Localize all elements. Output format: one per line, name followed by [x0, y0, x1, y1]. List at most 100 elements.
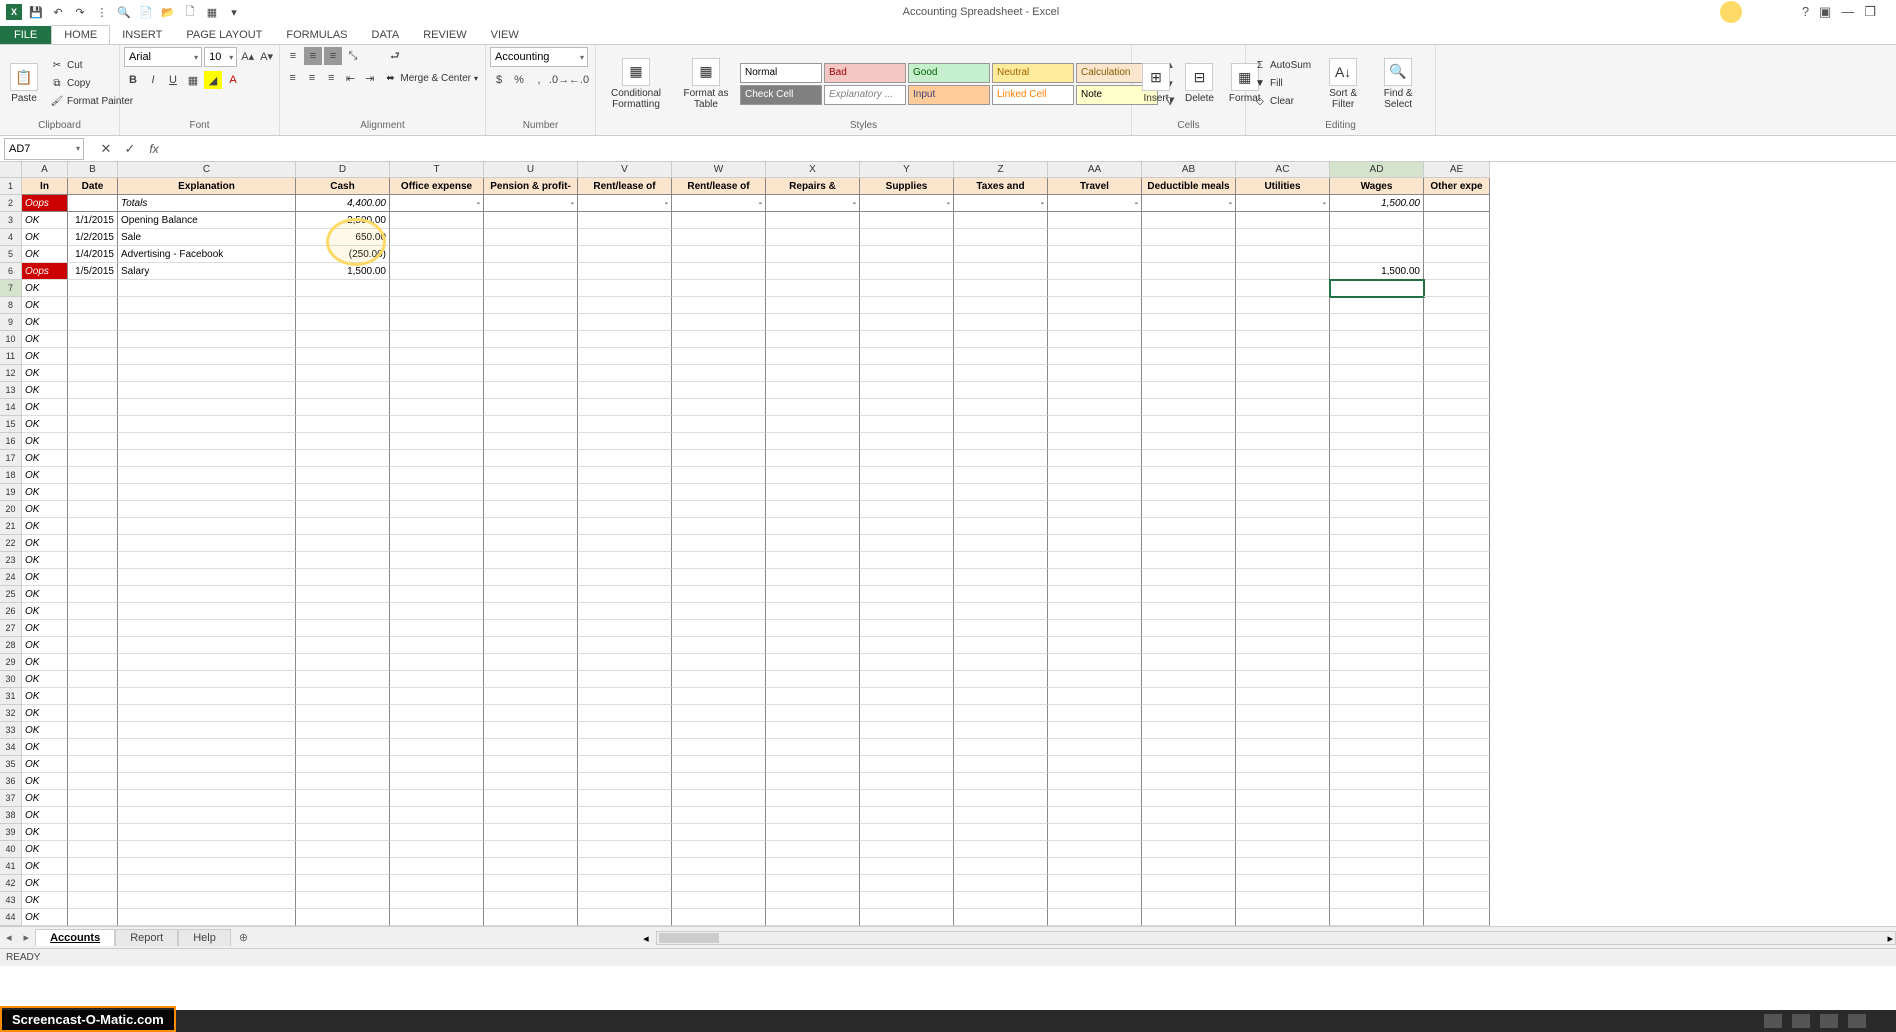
- insert-button[interactable]: ⊞Insert: [1136, 61, 1176, 106]
- decrease-indent-icon[interactable]: ⇤: [342, 69, 359, 87]
- col-header-Y[interactable]: Y: [860, 162, 954, 178]
- row-header-25[interactable]: 25: [0, 586, 22, 603]
- row-header-7[interactable]: 7: [0, 280, 22, 297]
- tab-view[interactable]: VIEW: [479, 26, 531, 44]
- delete-button[interactable]: ⊟Delete: [1179, 61, 1220, 106]
- help-icon[interactable]: ?: [1802, 4, 1809, 20]
- cell-style-good[interactable]: Good: [908, 63, 990, 83]
- row-header-8[interactable]: 8: [0, 297, 22, 314]
- tab-review[interactable]: REVIEW: [411, 26, 478, 44]
- taskbar-icon[interactable]: [1848, 1014, 1866, 1028]
- row-header-40[interactable]: 40: [0, 841, 22, 858]
- increase-decimal-icon[interactable]: .0→: [550, 71, 568, 89]
- qat-icon-8[interactable]: 🗋: [182, 4, 198, 20]
- align-right-icon[interactable]: ≡: [323, 69, 340, 87]
- increase-indent-icon[interactable]: ⇥: [361, 69, 378, 87]
- redo-icon[interactable]: ↷: [72, 4, 88, 20]
- row-header-10[interactable]: 10: [0, 331, 22, 348]
- row-header-15[interactable]: 15: [0, 416, 22, 433]
- bold-button[interactable]: B: [124, 71, 142, 89]
- clear-button[interactable]: ◇Clear: [1250, 94, 1314, 110]
- row-header-23[interactable]: 23: [0, 552, 22, 569]
- name-box[interactable]: AD7: [4, 138, 84, 160]
- align-center-icon[interactable]: ≡: [303, 69, 320, 87]
- row-header-31[interactable]: 31: [0, 688, 22, 705]
- col-header-X[interactable]: X: [766, 162, 860, 178]
- cancel-formula-icon[interactable]: ✕: [94, 138, 118, 160]
- add-sheet-button[interactable]: ⊕: [231, 929, 256, 946]
- col-header-A[interactable]: A: [22, 162, 68, 178]
- row-header-42[interactable]: 42: [0, 875, 22, 892]
- row-header-37[interactable]: 37: [0, 790, 22, 807]
- col-header-W[interactable]: W: [672, 162, 766, 178]
- sheet-tab-help[interactable]: Help: [178, 929, 231, 946]
- italic-button[interactable]: I: [144, 71, 162, 89]
- row-header-26[interactable]: 26: [0, 603, 22, 620]
- cells-area[interactable]: InDateExplanationCashOffice expensePensi…: [22, 178, 1490, 926]
- row-header-19[interactable]: 19: [0, 484, 22, 501]
- ribbon-display-icon[interactable]: ▣: [1819, 4, 1831, 20]
- comma-format-icon[interactable]: ,: [530, 71, 548, 89]
- align-middle-icon[interactable]: ≡: [304, 47, 322, 65]
- row-header-16[interactable]: 16: [0, 433, 22, 450]
- cell-style-normal[interactable]: Normal: [740, 63, 822, 83]
- scroll-left-icon[interactable]: ◂: [643, 932, 649, 945]
- conditional-formatting-button[interactable]: ▦Conditional Formatting: [600, 56, 672, 112]
- cell-style-linked-cell[interactable]: Linked Cell: [992, 85, 1074, 105]
- increase-font-icon[interactable]: A▴: [239, 47, 256, 65]
- tab-page-layout[interactable]: PAGE LAYOUT: [174, 26, 274, 44]
- fill-button[interactable]: ▼Fill: [1250, 76, 1314, 92]
- row-header-29[interactable]: 29: [0, 654, 22, 671]
- row-header-18[interactable]: 18: [0, 467, 22, 484]
- undo-icon[interactable]: ↶: [50, 4, 66, 20]
- row-header-14[interactable]: 14: [0, 399, 22, 416]
- tab-formulas[interactable]: FORMULAS: [274, 26, 359, 44]
- row-header-43[interactable]: 43: [0, 892, 22, 909]
- col-header-U[interactable]: U: [484, 162, 578, 178]
- row-header-2[interactable]: 2: [0, 195, 22, 212]
- row-header-36[interactable]: 36: [0, 773, 22, 790]
- select-all-corner[interactable]: [0, 162, 22, 178]
- horizontal-scrollbar[interactable]: ◂ ▸: [656, 931, 1896, 945]
- cell-style-neutral[interactable]: Neutral: [992, 63, 1074, 83]
- percent-format-icon[interactable]: %: [510, 71, 528, 89]
- col-header-AC[interactable]: AC: [1236, 162, 1330, 178]
- qat-icon-6[interactable]: 📄: [138, 4, 154, 20]
- row-header-24[interactable]: 24: [0, 569, 22, 586]
- row-header-5[interactable]: 5: [0, 246, 22, 263]
- spreadsheet-grid[interactable]: ABCDTUVWXYZAAABACADAE 123456789101112131…: [0, 162, 1896, 926]
- tab-home[interactable]: HOME: [51, 25, 110, 44]
- row-header-32[interactable]: 32: [0, 705, 22, 722]
- qat-icon-9[interactable]: ▦: [204, 4, 220, 20]
- sheet-tab-report[interactable]: Report: [115, 929, 178, 946]
- align-left-icon[interactable]: ≡: [284, 69, 301, 87]
- row-header-21[interactable]: 21: [0, 518, 22, 535]
- tab-data[interactable]: DATA: [360, 26, 412, 44]
- row-header-38[interactable]: 38: [0, 807, 22, 824]
- row-header-6[interactable]: 6: [0, 263, 22, 280]
- qat-icon-5[interactable]: 🔍: [116, 4, 132, 20]
- col-header-Z[interactable]: Z: [954, 162, 1048, 178]
- format-as-table-button[interactable]: ▦Format as Table: [675, 56, 737, 112]
- row-header-3[interactable]: 3: [0, 212, 22, 229]
- merge-center-button[interactable]: ⬌Merge & Center▾: [380, 69, 481, 87]
- underline-button[interactable]: U: [164, 71, 182, 89]
- sheet-nav-first-icon[interactable]: ◂: [0, 931, 18, 944]
- col-header-T[interactable]: T: [390, 162, 484, 178]
- col-header-AA[interactable]: AA: [1048, 162, 1142, 178]
- qat-more-icon[interactable]: ▾: [226, 4, 242, 20]
- row-header-11[interactable]: 11: [0, 348, 22, 365]
- scroll-right-icon[interactable]: ▸: [1887, 932, 1893, 945]
- row-header-35[interactable]: 35: [0, 756, 22, 773]
- row-header-20[interactable]: 20: [0, 501, 22, 518]
- cell-style-bad[interactable]: Bad: [824, 63, 906, 83]
- col-header-B[interactable]: B: [68, 162, 118, 178]
- col-header-V[interactable]: V: [578, 162, 672, 178]
- decrease-font-icon[interactable]: A▾: [258, 47, 275, 65]
- column-headers[interactable]: ABCDTUVWXYZAAABACADAE: [22, 162, 1490, 178]
- row-headers[interactable]: 1234567891011121314151617181920212223242…: [0, 178, 22, 926]
- font-color-button[interactable]: A: [224, 71, 242, 89]
- sort-filter-button[interactable]: A↓Sort & Filter: [1317, 56, 1369, 112]
- taskbar-icon[interactable]: [1792, 1014, 1810, 1028]
- cell-style-input[interactable]: Input: [908, 85, 990, 105]
